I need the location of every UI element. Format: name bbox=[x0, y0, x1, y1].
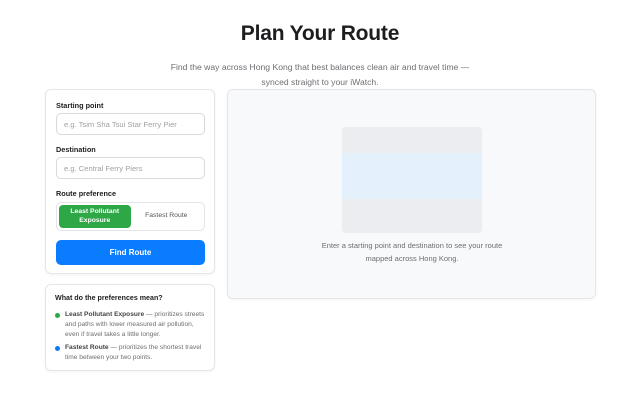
info-item-name: Least Pollutant Exposure bbox=[65, 311, 145, 318]
map-empty-caption: Enter a starting point and destination t… bbox=[321, 241, 503, 263]
green-dot-icon bbox=[55, 312, 60, 318]
page-subtitle: Find the way across Hong Kong that best … bbox=[170, 62, 470, 87]
route-form-card: Starting point Destination Route prefere… bbox=[45, 89, 215, 274]
destination-input[interactable] bbox=[56, 157, 205, 179]
route-planner-page: Plan Your Route Find the way across Hong… bbox=[0, 0, 640, 400]
starting-point-input[interactable] bbox=[56, 113, 205, 135]
info-item-fastest: Fastest Route — prioritizes the shortest… bbox=[55, 343, 207, 363]
find-route-button[interactable]: Find Route bbox=[56, 240, 205, 265]
info-title: What do the preferences mean? bbox=[55, 294, 163, 302]
info-item-name: Fastest Route bbox=[65, 344, 109, 351]
info-item-least-pollutant: Least Pollutant Exposure — prioritizes s… bbox=[55, 310, 207, 340]
destination-label: Destination bbox=[56, 145, 96, 154]
map-placeholder-image bbox=[342, 127, 482, 233]
map-panel: Enter a starting point and destination t… bbox=[227, 89, 596, 299]
preferences-info-card: What do the preferences mean? Least Poll… bbox=[45, 284, 215, 371]
map-water-band bbox=[342, 153, 482, 199]
page-header: Plan Your Route Find the way across Hong… bbox=[0, 22, 640, 89]
page-title: Plan Your Route bbox=[240, 22, 400, 45]
blue-dot-icon bbox=[55, 345, 60, 351]
starting-point-label: Starting point bbox=[56, 101, 104, 110]
option-least-pollutant[interactable]: Least Pollutant Exposure bbox=[59, 205, 131, 228]
route-preference-toggle: Least Pollutant Exposure Fastest Route bbox=[56, 202, 205, 231]
option-fastest-route[interactable]: Fastest Route bbox=[131, 205, 203, 228]
route-preference-label: Route preference bbox=[56, 189, 117, 198]
